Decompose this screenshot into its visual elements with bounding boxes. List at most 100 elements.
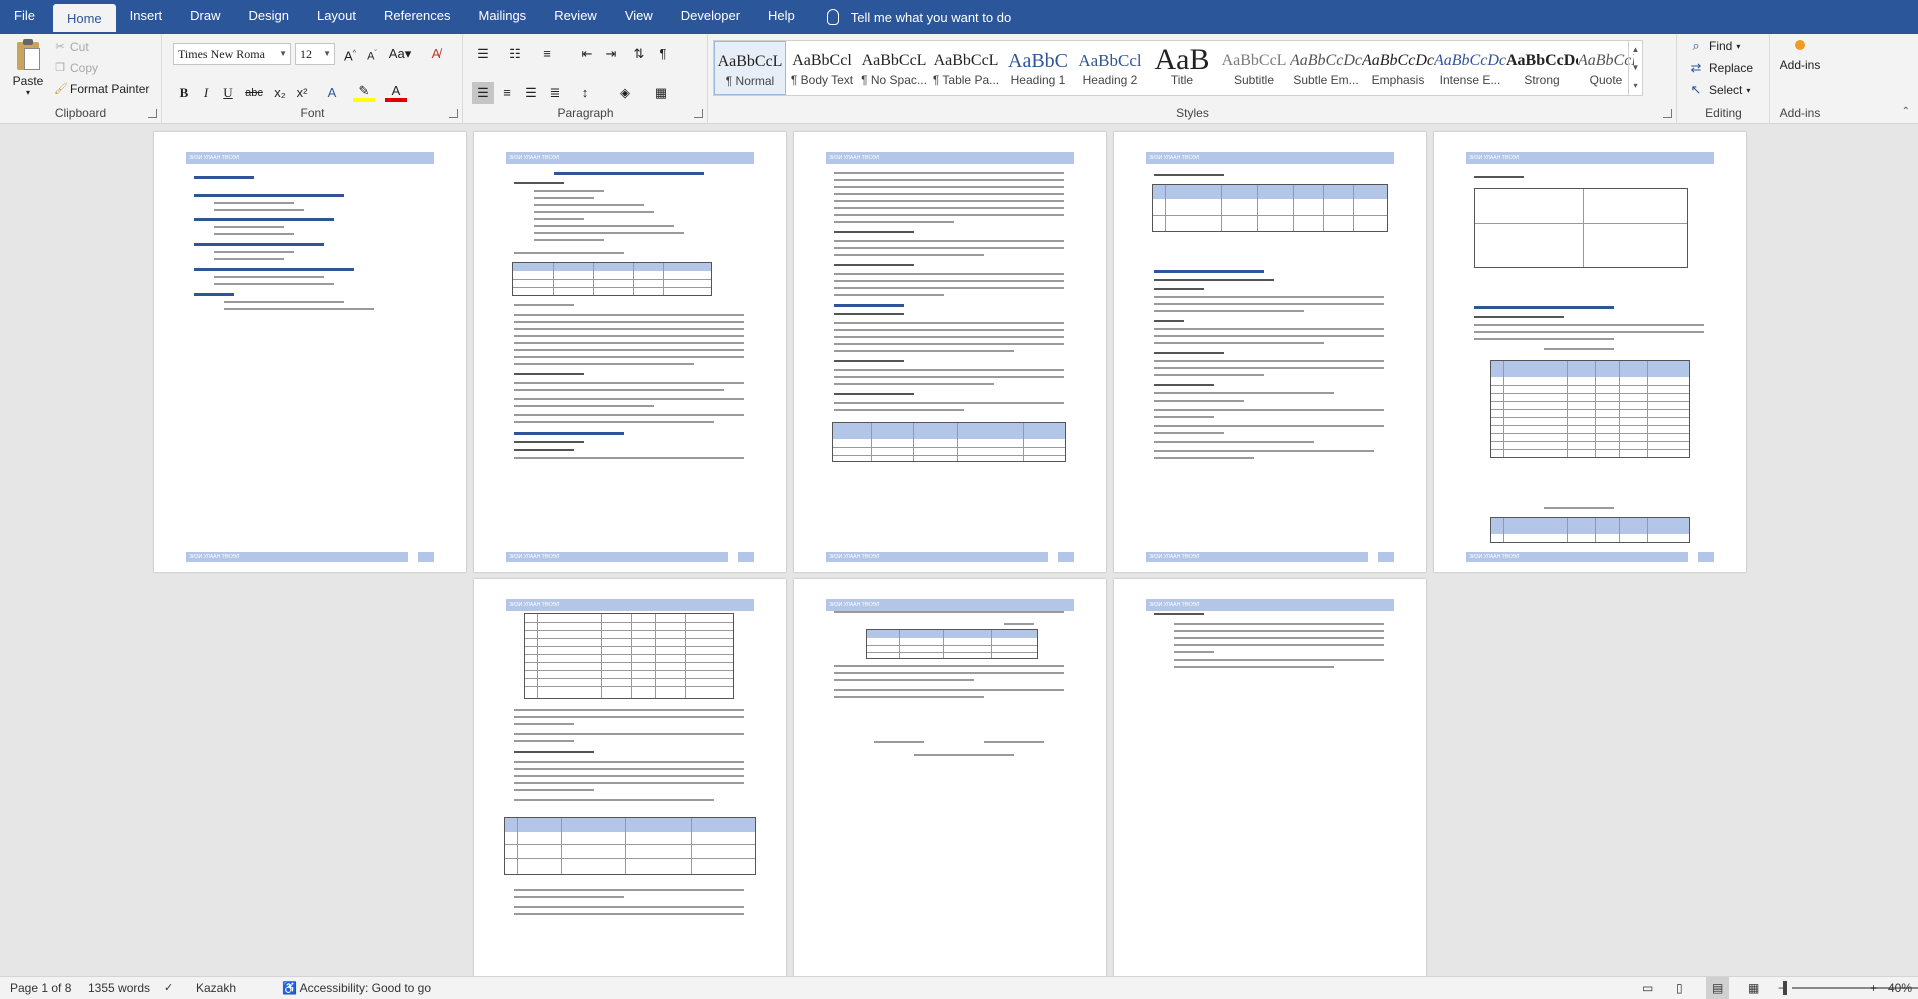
shrink-font-button[interactable]: Aˇ (361, 43, 383, 65)
format-painter-label: Format Painter (70, 82, 150, 96)
grow-font-button[interactable]: A^ (339, 43, 361, 65)
find-label: Find (1709, 39, 1733, 53)
numbering-icon[interactable]: ☷ (504, 43, 526, 65)
format-painter-button[interactable]: 🖌 Format Painter (54, 82, 149, 96)
tab-view[interactable]: View (611, 0, 667, 34)
clear-formatting-icon[interactable]: A̸ (425, 43, 447, 65)
show-formatting-button[interactable]: ¶ (652, 43, 674, 65)
accessibility-icon: ♿ (282, 981, 297, 995)
strikethrough-button[interactable]: abc (243, 82, 265, 104)
style-subtitle[interactable]: AaBbCcL Subtitle (1218, 41, 1290, 95)
page-2[interactable]: ЗИЗИ УЛААН ТӨСӨЛ ЗИЗИ УЛААН ТӨСӨЛ (474, 132, 786, 572)
select-button[interactable]: ↖ Select ▾ (1688, 82, 1751, 98)
page-3[interactable]: ЗИЗИ УЛААН ТӨСӨЛ ЗИЗИ УЛААН ТӨСӨЛ (794, 132, 1106, 572)
style-heading-1[interactable]: AaBbC Heading 1 (1002, 41, 1074, 95)
borders-icon[interactable]: ▦ (650, 82, 672, 104)
replace-button[interactable]: ⇄ Replace (1688, 60, 1753, 76)
paste-button[interactable]: Paste ▾ (8, 38, 48, 97)
styles-launcher-icon[interactable] (1663, 109, 1672, 118)
page-1[interactable]: ЗИЗИ УЛААН ТӨСӨЛ ЗИЗИ УЛААН ТӨСӨЛ (154, 132, 466, 572)
align-center-icon[interactable]: ≡ (496, 82, 518, 104)
style-sample: AaBbCcDc (1362, 52, 1434, 69)
accessibility-button[interactable]: ♿ Accessibility: Good to go (282, 977, 431, 999)
proofing-icon[interactable]: ✓ (164, 977, 173, 999)
focus-mode-icon[interactable]: ▭ (1642, 977, 1653, 999)
style-normal[interactable]: AaBbCcL ¶ Normal (714, 41, 786, 95)
style-table-paragraph[interactable]: AaBbCcL ¶ Table Pa... (930, 41, 1002, 95)
multilevel-list-icon[interactable]: ≡ (536, 43, 558, 65)
style-sample: AaBbCcL (1578, 52, 1634, 69)
font-size-box[interactable]: 12 ▼ (295, 43, 335, 65)
decrease-indent-icon[interactable]: ⇤ (576, 43, 598, 65)
language-indicator[interactable]: Kazakh (196, 977, 236, 999)
tab-design[interactable]: Design (235, 0, 303, 34)
page-6[interactable]: ЗИЗИ УЛААН ТӨСӨЛ ЗИЗИ УЛААН ТӨСӨЛ (474, 579, 786, 976)
tab-insert[interactable]: Insert (116, 0, 177, 34)
font-color-icon[interactable]: A (385, 82, 407, 102)
clipboard-launcher-icon[interactable] (148, 109, 157, 118)
font-name-box[interactable]: Times New Roma ▼ (173, 43, 291, 65)
cut-button[interactable]: ✂ Cut (54, 40, 88, 54)
italic-button[interactable]: I (195, 82, 217, 104)
style-strong[interactable]: AaBbCcDc Strong (1506, 41, 1578, 95)
tab-draw[interactable]: Draw (176, 0, 234, 34)
tab-mailings[interactable]: Mailings (465, 0, 541, 34)
bold-button[interactable]: B (173, 82, 195, 104)
align-right-icon[interactable]: ☰ (520, 82, 542, 104)
find-button[interactable]: ⌕ Find ▾ (1688, 38, 1740, 54)
style-emphasis[interactable]: AaBbCcDc Emphasis (1362, 41, 1434, 95)
underline-button[interactable]: U (217, 82, 239, 104)
font-launcher-icon[interactable] (449, 109, 458, 118)
tab-help[interactable]: Help (754, 0, 809, 34)
page-7[interactable]: ЗИЗИ УЛААН ТӨСӨЛ ЗИЗИ УЛААН ТӨСӨЛ (794, 579, 1106, 976)
page-8[interactable]: ЗИЗИ УЛААН ТӨСӨЛ ЗИЗИ УЛААН ТӨСӨЛ (1114, 579, 1426, 976)
superscript-button[interactable]: x² (291, 82, 313, 104)
tab-developer[interactable]: Developer (667, 0, 754, 34)
gallery-scroll[interactable]: ▲ ▼ ▾ (1628, 41, 1642, 95)
text-effects-icon[interactable]: A (321, 82, 343, 104)
word-count[interactable]: 1355 words (88, 977, 150, 999)
collapse-ribbon-icon[interactable]: ⌃ (1902, 106, 1910, 117)
style-title[interactable]: AaB Title (1146, 41, 1218, 95)
copy-button[interactable]: ❐ Copy (54, 61, 98, 75)
tab-file[interactable]: File (0, 0, 53, 34)
increase-indent-icon[interactable]: ⇥ (600, 43, 622, 65)
style-no-spacing[interactable]: AaBbCcL ¶ No Spac... (858, 41, 930, 95)
style-heading-2[interactable]: AaBbCcl Heading 2 (1074, 41, 1146, 95)
subscript-button[interactable]: x₂ (269, 82, 291, 104)
change-case-button[interactable]: Aa▾ (385, 43, 415, 65)
style-intense-emphasis[interactable]: AaBbCcDc Intense E... (1434, 41, 1506, 95)
align-left-icon[interactable]: ☰ (472, 82, 494, 104)
style-quote[interactable]: AaBbCcL Quote (1578, 41, 1634, 95)
tab-home[interactable]: Home (52, 4, 116, 34)
document-area[interactable]: ЗИЗИ УЛААН ТӨСӨЛ ЗИЗИ УЛААН ТӨСӨЛ ЗИЗИ У… (0, 125, 1918, 976)
tab-layout[interactable]: Layout (303, 0, 370, 34)
addins-button[interactable]: Add-ins (1771, 40, 1829, 72)
shading-icon[interactable]: ◈ (614, 82, 636, 104)
page-count[interactable]: Page 1 of 8 (10, 977, 71, 999)
bullets-icon[interactable]: ☰ (472, 43, 494, 65)
zoom-level[interactable]: 40% (1888, 977, 1912, 999)
sort-icon[interactable]: ⇅ (628, 43, 650, 65)
justify-icon[interactable]: ≣ (544, 82, 566, 104)
zoom-slider-thumb[interactable] (1783, 981, 1787, 995)
page-header: ЗИЗИ УЛААН ТӨСӨЛ (506, 152, 754, 164)
print-layout-icon[interactable]: ▤ (1706, 977, 1730, 999)
read-mode-icon[interactable]: ▯ (1676, 977, 1683, 999)
line-spacing-icon[interactable]: ↕ (574, 82, 596, 104)
web-layout-icon[interactable]: ▦ (1748, 977, 1759, 999)
zoom-in-button[interactable]: + (1870, 977, 1877, 999)
style-subtle-emphasis[interactable]: AaBbCcDc Subtle Em... (1290, 41, 1362, 95)
style-body-text[interactable]: AaBbCcl ¶ Body Text (786, 41, 858, 95)
paragraph-launcher-icon[interactable] (694, 109, 703, 118)
highlight-icon[interactable]: ✎ (353, 82, 375, 102)
tab-review[interactable]: Review (540, 0, 611, 34)
paste-label: Paste (12, 74, 44, 88)
style-name: Quote (1589, 73, 1623, 87)
tell-me-search[interactable]: Tell me what you want to do (809, 0, 1011, 34)
page-4[interactable]: ЗИЗИ УЛААН ТӨСӨЛ ЗИЗИ УЛААН ТӨСӨЛ (1114, 132, 1426, 572)
style-name: Heading 1 (1010, 73, 1066, 87)
tab-references[interactable]: References (370, 0, 464, 34)
page-5[interactable]: ЗИЗИ УЛААН ТӨСӨЛ ЗИЗИ УЛААН ТӨСӨЛ (1434, 132, 1746, 572)
styles-group-label: Styles (1176, 106, 1209, 120)
